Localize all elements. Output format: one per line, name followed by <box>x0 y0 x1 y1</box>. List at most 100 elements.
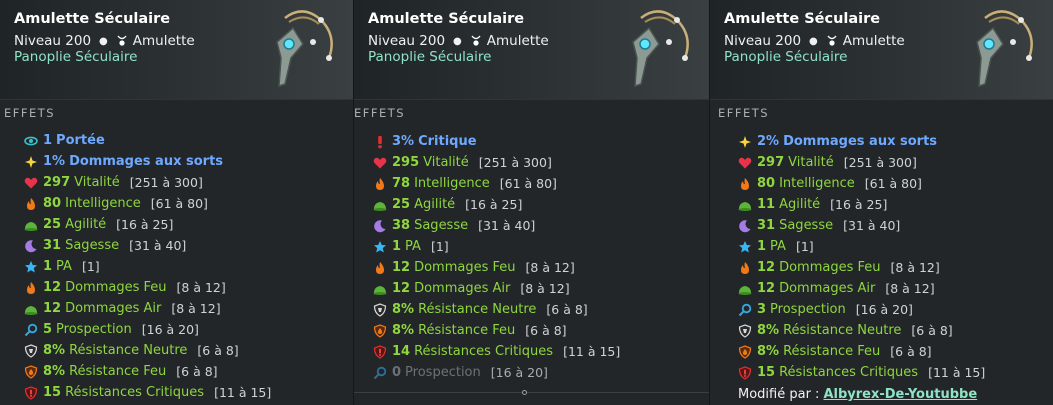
effect-value: 78 <box>392 176 411 191</box>
item-level: Niveau 200 <box>724 33 802 49</box>
item-tooltip-card-1: Amulette Séculaire Niveau 200 ● Amulette… <box>0 0 353 405</box>
agility-icon <box>373 201 387 211</box>
effect-row: 12 Dommages Feu [8 à 12] <box>24 277 271 298</box>
effect-value: 0 <box>392 365 402 380</box>
effect-row: 78 Intelligence [61 à 80] <box>373 173 620 194</box>
scroll-handle[interactable] <box>522 390 527 395</box>
effect-label: Intelligence <box>414 176 490 191</box>
agility-icon <box>24 305 38 315</box>
effect-row: 0 Prospection [16 à 20] <box>373 362 620 383</box>
effect-value: 31 <box>757 218 776 233</box>
effect-label: PA <box>56 259 72 274</box>
effect-row: 8% Résistance Feu [6 à 8] <box>373 320 620 341</box>
effect-row: 12 Dommages Air [8 à 12] <box>24 298 271 319</box>
amulet-artwork-icon <box>632 10 689 88</box>
effect-value: 1 <box>43 133 53 148</box>
effect-value: 15 <box>43 385 62 400</box>
effect-range: [31 à 40] <box>843 218 901 233</box>
effect-row: 297 Vitalité [251 à 300] <box>24 172 271 193</box>
scroll-divider <box>354 392 709 393</box>
effect-row: 12 Dommages Feu [8 à 12] <box>738 257 985 278</box>
effect-row: 297 Vitalité [251 à 300] <box>738 152 985 173</box>
shield-fire-icon <box>373 323 387 338</box>
effect-value: 12 <box>392 260 411 275</box>
effect-label: Résistances Critiques <box>65 385 205 400</box>
separator-dot: ● <box>809 35 818 47</box>
effect-range: [8 à 12] <box>520 281 570 296</box>
separator-dot: ● <box>453 35 462 47</box>
effect-label: Dommages Feu <box>779 260 881 275</box>
effect-range: [8 à 12] <box>885 281 935 296</box>
effect-row: 295 Vitalité [251 à 300] <box>373 152 620 173</box>
effect-value: 8% <box>392 323 415 338</box>
effect-range: [6 à 8] <box>546 302 588 317</box>
effect-row: 8% Résistance Feu [6 à 8] <box>24 361 271 382</box>
fire-icon <box>376 261 384 274</box>
effect-label: Résistance Neutre <box>783 323 902 338</box>
item-meta: Niveau 200 ● Amulette <box>368 33 549 49</box>
effect-range: [11 à 15] <box>214 385 272 400</box>
modified-by: Modifié par : Albyrex-De-Youtubbe <box>738 384 985 405</box>
effect-range: [8 à 12] <box>525 260 575 275</box>
effect-row: 1 PA [1] <box>24 256 271 277</box>
effect-label: Vitalité <box>788 155 834 170</box>
effect-value: 8% <box>757 344 780 359</box>
effect-row: 3% Critique <box>373 131 620 152</box>
effect-value: 12 <box>43 301 62 316</box>
amulet-type-icon <box>471 35 481 46</box>
item-tooltips-strip: Amulette Séculaire Niveau 200 ● Amulette… <box>0 0 1053 405</box>
modifier-name-link[interactable]: Albyrex-De-Youtubbe <box>823 387 977 402</box>
modified-by-label: Modifié par : <box>738 387 820 402</box>
amulet-artwork-icon <box>276 10 333 88</box>
effect-row: 8% Résistance Neutre [6 à 8] <box>24 340 271 361</box>
effect-label: Sagesse <box>65 238 120 253</box>
effect-range: [6 à 8] <box>176 364 218 379</box>
effect-range: [251 à 300] <box>129 175 203 190</box>
effect-label: Résistances Critiques <box>414 344 554 359</box>
moon-icon <box>739 219 751 232</box>
item-set-link[interactable]: Panoplie Séculaire <box>724 49 847 65</box>
effect-label: Résistances Critiques <box>779 365 919 380</box>
magnifier-icon <box>24 323 38 336</box>
effect-value: 11 <box>757 197 776 212</box>
effect-range: [8 à 12] <box>890 260 940 275</box>
shield-neutral-icon <box>373 302 387 317</box>
effect-range: [6 à 8] <box>890 344 932 359</box>
item-level: Niveau 200 <box>14 33 92 49</box>
effect-range: [1] <box>430 239 449 254</box>
effect-row: 8% Résistance Neutre [6 à 8] <box>738 320 985 341</box>
amulet-type-icon <box>117 35 127 46</box>
effect-range: [16 à 20] <box>490 365 548 380</box>
eye-icon <box>24 136 38 145</box>
effect-row: 8% Résistance Feu [6 à 8] <box>738 341 985 362</box>
effect-value: 38 <box>392 218 411 233</box>
item-meta: Niveau 200 ● Amulette <box>14 33 195 49</box>
effect-range: [31 à 40] <box>129 238 187 253</box>
heart-icon <box>373 157 387 168</box>
fire-icon <box>376 177 384 190</box>
effect-row: 1 PA [1] <box>738 236 985 257</box>
star-icon <box>374 240 386 252</box>
effect-label: Sagesse <box>779 218 834 233</box>
effect-value: 1 <box>392 239 402 254</box>
effect-label: Intelligence <box>65 196 141 211</box>
item-set-link[interactable]: Panoplie Séculaire <box>14 49 137 65</box>
effect-value: 8% <box>43 364 66 379</box>
moon-icon <box>374 219 386 232</box>
effect-range: [16 à 25] <box>116 217 174 232</box>
effect-range: [8 à 12] <box>176 280 226 295</box>
effect-row: 14 Résistances Critiques [11 à 15] <box>373 341 620 362</box>
effect-row: 25 Agilité [16 à 25] <box>373 194 620 215</box>
item-set-link[interactable]: Panoplie Séculaire <box>368 49 491 65</box>
effect-label: Agilité <box>414 197 456 212</box>
effect-value: 12 <box>392 281 411 296</box>
effect-row: 12 Dommages Feu [8 à 12] <box>373 257 620 278</box>
effects-header: EFFETS <box>718 106 770 120</box>
effect-label: Agilité <box>65 217 107 232</box>
tooltip-header: Amulette Séculaire Niveau 200 ● Amulette… <box>710 0 1053 100</box>
item-title: Amulette Séculaire <box>724 11 881 27</box>
effect-range: [1] <box>81 259 100 274</box>
agility-icon <box>738 285 752 295</box>
effects-list: 3% Critique 295 Vitalité [251 à 300] 78 Inte… <box>373 131 620 383</box>
effect-label: Prospection <box>405 365 481 380</box>
